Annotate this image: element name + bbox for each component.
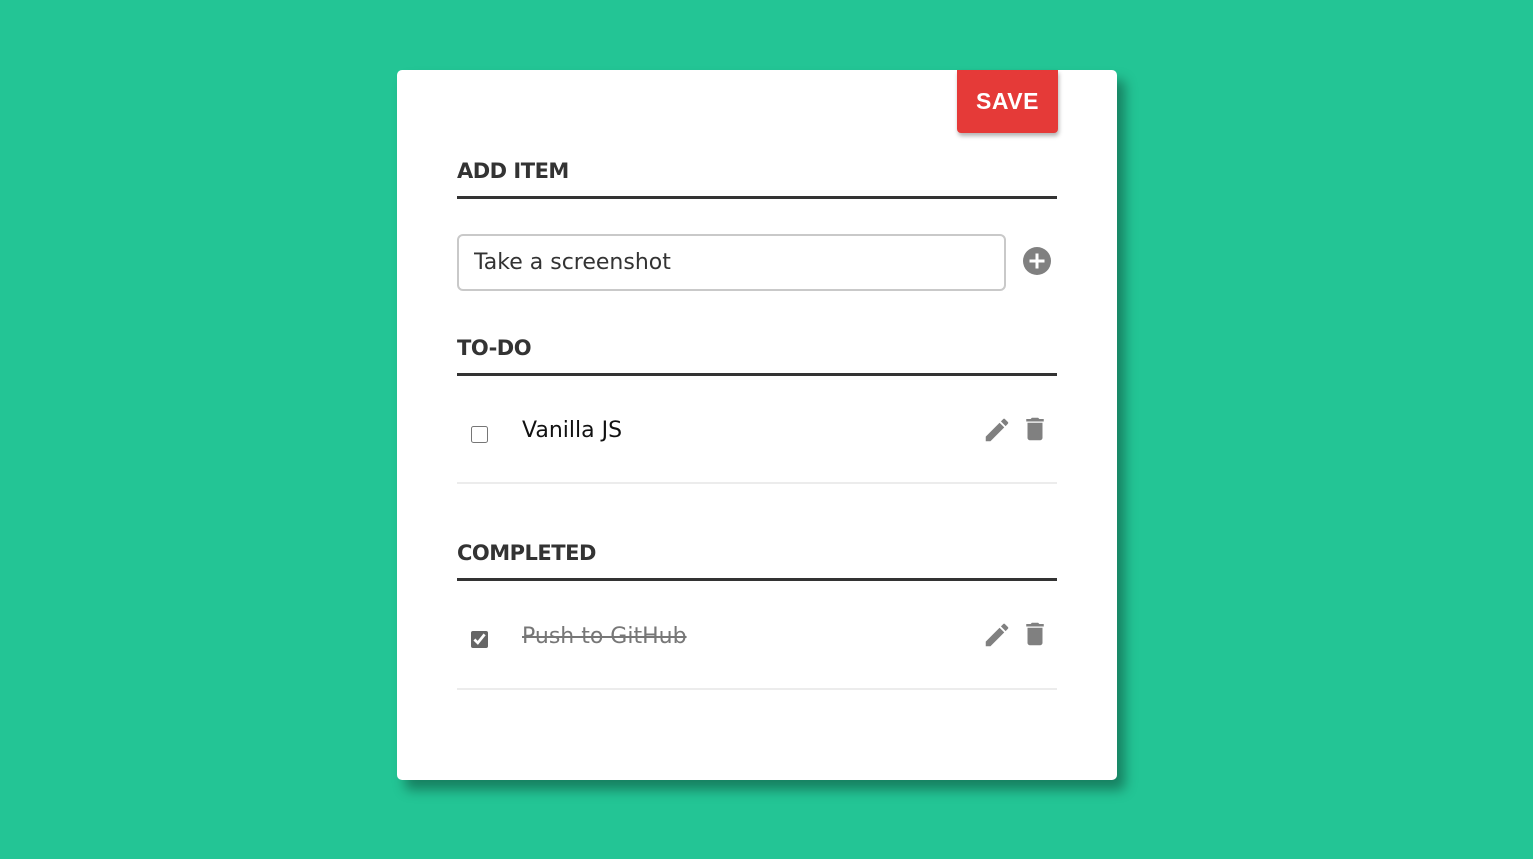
delete-button[interactable] xyxy=(1020,414,1050,444)
completed-list-item: Push to GitHub xyxy=(457,587,1057,690)
add-item-input[interactable] xyxy=(457,234,1006,291)
edit-button[interactable] xyxy=(982,415,1012,445)
todo-item-label: Vanilla JS xyxy=(522,418,623,443)
pencil-icon xyxy=(985,418,1009,442)
save-button[interactable]: SAVE xyxy=(957,70,1058,133)
completed-item-label: Push to GitHub xyxy=(522,624,687,649)
plus-circle-icon xyxy=(1029,253,1045,269)
delete-button[interactable] xyxy=(1020,619,1050,649)
add-item-button[interactable] xyxy=(1023,247,1051,275)
todo-card: SAVE ADD ITEM TO-DO Vanilla JS COMPLETED… xyxy=(397,70,1117,780)
pencil-icon xyxy=(985,623,1009,647)
edit-button[interactable] xyxy=(982,620,1012,650)
trash-icon xyxy=(1026,622,1044,646)
add-item-heading: ADD ITEM xyxy=(457,161,1057,199)
completed-item-checkbox[interactable] xyxy=(471,631,488,648)
todo-item-checkbox[interactable] xyxy=(471,426,488,443)
trash-icon xyxy=(1026,417,1044,441)
todo-heading: TO-DO xyxy=(457,338,1057,376)
completed-heading: COMPLETED xyxy=(457,543,1057,581)
todo-list-item: Vanilla JS xyxy=(457,381,1057,484)
